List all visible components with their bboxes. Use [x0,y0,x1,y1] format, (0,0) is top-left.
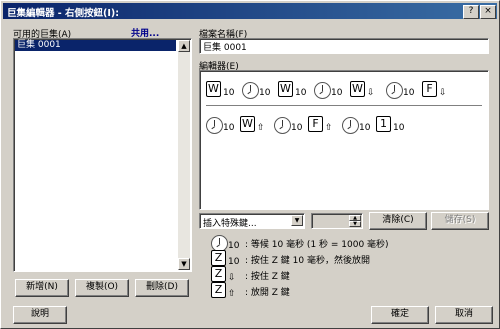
key-icon: W [278,81,293,97]
key-icon: F [308,116,323,132]
token-suffix: ⇧ [228,289,236,299]
token-suffix: ⇧ [257,123,265,133]
token-suffix: 10 [223,123,235,133]
clear-button[interactable]: 清除(C) [369,212,427,230]
key-icon: F [422,81,437,97]
token-suffix: 10 [295,88,307,98]
legend-text: : 按住 Z 鍵 [245,272,290,282]
available-macros-list[interactable]: 巨集 0001 ▲ ▼ [13,38,192,272]
copy-button[interactable]: 複製(O) [75,279,129,297]
token-suffix: 10 [259,88,271,98]
token-suffix: 10 [228,257,240,267]
scroll-up-button[interactable]: ▲ [178,40,190,52]
list-scrollbar[interactable]: ▲ ▼ [178,40,190,270]
macro-editor-area[interactable]: W 10 10 W 10 10 W ⇩ 10 F ⇩ 10 W ⇧ 10 F ⇧ 10 1 10 [199,70,489,210]
token-suffix: 10 [228,241,240,251]
legend-text: : 按住 Z 鍵 10 毫秒，然後放開 [245,256,370,266]
ok-button[interactable]: 確定 [371,306,429,324]
key-icon: 1 [376,116,391,132]
clock-icon [342,117,359,134]
delete-button[interactable]: 刪除(D) [135,279,189,297]
help-title-button[interactable]: ? [463,5,479,19]
new-button[interactable]: 新增(N) [15,279,69,297]
editor-row-divider [206,105,482,106]
token-suffix: ⇩ [228,273,236,283]
chevron-down-icon[interactable]: ▼ [291,215,303,226]
cancel-button[interactable]: 取消 [435,306,493,324]
clock-icon [274,117,291,134]
token-suffix: 10 [223,88,235,98]
token-suffix: 10 [393,123,405,133]
close-title-button[interactable]: × [480,5,496,19]
token-suffix: ⇩ [439,88,447,98]
key-icon: Z [211,266,226,282]
token-suffix: 10 [331,88,343,98]
clock-icon [386,82,403,99]
help-button[interactable]: 說明 [13,306,67,324]
key-icon: W [240,116,255,132]
macro-editor-dialog: 巨集編輯器 - 右側按鈕(I): ? × 可用的巨集(A) 共用... 巨集 0… [0,0,500,329]
token-suffix: 10 [403,88,415,98]
token-suffix: ⇩ [367,88,375,98]
clock-icon [314,82,331,99]
legend-text: : 等候 10 毫秒 (1 秒 = 1000 毫秒) [245,240,389,250]
token-suffix: 10 [291,123,303,133]
insert-special-key-select[interactable]: 插入特殊鍵... ▼ [199,213,305,229]
clock-icon [206,117,223,134]
clock-icon [242,82,259,99]
key-icon: W [206,81,221,97]
insert-special-key-value: 插入特殊鍵... [203,219,257,229]
scroll-down-button[interactable]: ▼ [178,258,190,270]
list-item[interactable]: 巨集 0001 [15,40,176,51]
spin-down-icon[interactable]: ▼ [349,221,361,227]
save-button[interactable]: 儲存(S) [431,212,489,230]
key-icon: Z [211,250,226,266]
value-spinner[interactable]: ▲ ▼ [311,213,363,229]
key-icon: Z [211,282,226,298]
title-bar: 巨集編輯器 - 右側按鈕(I): ? × [3,3,497,19]
token-suffix: ⇧ [325,123,333,133]
filename-value: 巨集 0001 [203,43,247,53]
key-icon: W [350,81,365,97]
window-title: 巨集編輯器 - 右側按鈕(I): [7,8,120,19]
legend-text: : 放開 Z 鍵 [245,288,290,298]
filename-input[interactable]: 巨集 0001 [199,38,489,54]
token-suffix: 10 [359,123,371,133]
